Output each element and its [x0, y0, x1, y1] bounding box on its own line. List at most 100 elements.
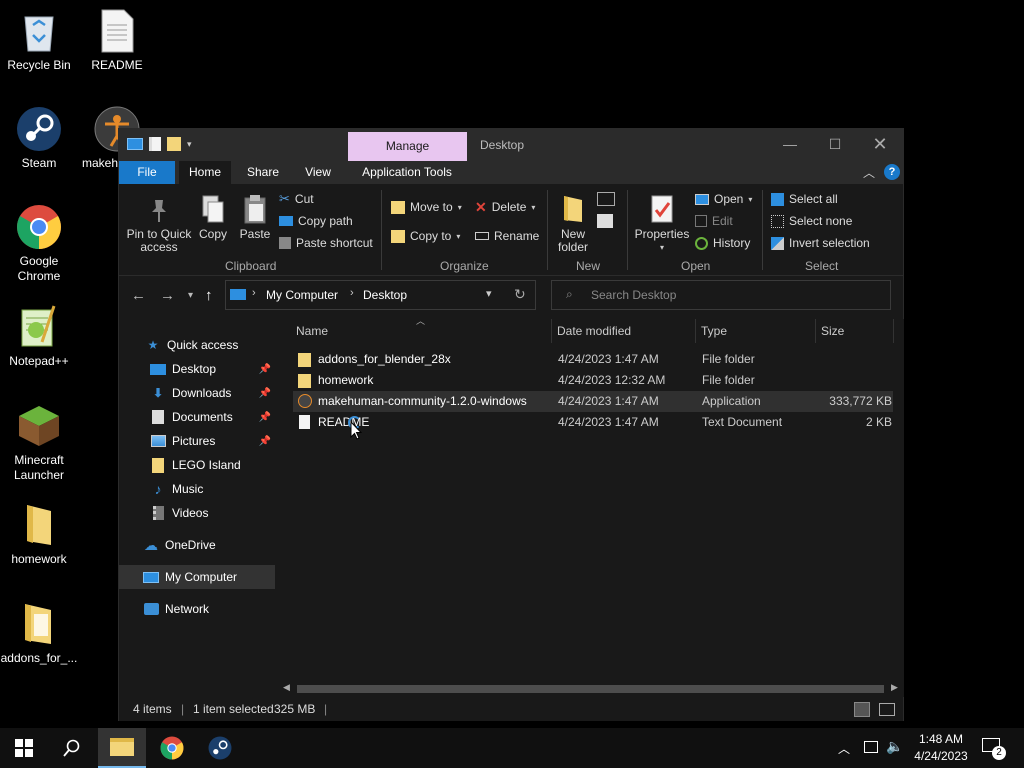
column-header-size[interactable]: Size: [821, 319, 891, 343]
volume-icon[interactable]: 🔈: [886, 738, 903, 755]
cut-button[interactable]: ✂ Cut: [279, 189, 314, 209]
properties-button[interactable]: Properties ▾: [633, 192, 691, 254]
desktop-icon-steam[interactable]: Steam: [0, 106, 78, 171]
nav-item-videos[interactable]: Videos: [119, 501, 275, 525]
scroll-right-icon[interactable]: ▶: [891, 682, 898, 693]
nav-item-lego-island[interactable]: LEGO Island: [119, 453, 275, 477]
copy-button[interactable]: Copy: [197, 192, 229, 241]
column-header-name[interactable]: Name: [296, 319, 546, 343]
nav-my-computer[interactable]: My Computer: [119, 565, 275, 589]
nav-network[interactable]: Network: [119, 597, 275, 621]
search-placeholder: Search Desktop: [591, 288, 677, 302]
edit-button[interactable]: Edit: [695, 211, 733, 231]
nav-item-pictures[interactable]: Pictures 📌: [119, 429, 275, 453]
maximize-button[interactable]: ☐: [812, 129, 858, 161]
column-separator[interactable]: [815, 319, 816, 343]
pin-quick-access-button[interactable]: Pin to Quick access: [124, 192, 194, 254]
history-button[interactable]: History: [695, 233, 750, 253]
clock[interactable]: 1:48 AM 4/24/2023: [906, 731, 976, 765]
table-row[interactable]: makehuman-community-1.2.0-windows 4/24/2…: [293, 391, 893, 412]
back-arrow-icon[interactable]: ←: [131, 287, 146, 304]
table-row[interactable]: addons_for_blender_28x 4/24/2023 1:47 AM…: [293, 349, 893, 370]
tab-manage[interactable]: Manage: [348, 132, 467, 161]
desktop-icon-minecraft[interactable]: Minecraft Launcher: [0, 403, 78, 483]
window-title: Desktop: [480, 138, 525, 152]
show-hidden-icons-icon[interactable]: ︿: [838, 740, 850, 757]
rename-button[interactable]: Rename: [475, 226, 539, 246]
nav-item-downloads[interactable]: ⬇ Downloads 📌: [119, 381, 275, 405]
easy-access-icon[interactable]: [597, 214, 613, 228]
horizontal-scrollbar[interactable]: ◀ ▶: [279, 682, 904, 696]
desktop-icon-homework[interactable]: homework: [0, 502, 78, 567]
taskbar-steam[interactable]: [196, 728, 244, 768]
desktop-icon-recycle-bin[interactable]: Recycle Bin: [0, 8, 78, 73]
qat-dropdown-icon[interactable]: ▾: [187, 139, 192, 150]
collapse-ribbon-icon[interactable]: ︿: [863, 164, 875, 181]
desktop-icon-chrome[interactable]: Google Chrome: [0, 204, 78, 284]
address-field[interactable]: › My Computer › Desktop ▾ ↻: [225, 280, 536, 310]
pin-icon: 📌: [258, 387, 271, 399]
breadcrumb-desktop[interactable]: Desktop: [363, 288, 407, 302]
file-explorer-window: ▾ Manage Desktop — ☐ ✕ File Home Share V…: [118, 128, 904, 721]
table-row[interactable]: homework 4/24/2023 12:32 AM File folder: [293, 370, 893, 391]
select-all-button[interactable]: Select all: [771, 189, 838, 209]
forward-arrow-icon[interactable]: →: [160, 287, 175, 304]
tab-application-tools[interactable]: Application Tools: [352, 161, 462, 184]
action-center-button[interactable]: 2: [982, 738, 1006, 760]
desktop-icon-notepadpp[interactable]: Notepad++: [0, 304, 78, 369]
invert-selection-button[interactable]: Invert selection: [771, 233, 870, 253]
column-separator[interactable]: [893, 319, 894, 343]
tab-share[interactable]: Share: [237, 161, 289, 184]
scroll-thumb[interactable]: [297, 685, 884, 693]
tab-home[interactable]: Home: [179, 161, 231, 184]
move-to-button[interactable]: Move to ▾: [391, 197, 462, 217]
paste-shortcut-button[interactable]: Paste shortcut: [279, 233, 373, 253]
search-button[interactable]: [48, 728, 96, 768]
copy-path-button[interactable]: Copy path: [279, 211, 353, 231]
search-input[interactable]: ⌕ Search Desktop: [551, 280, 891, 310]
taskbar-file-explorer[interactable]: [98, 728, 146, 768]
properties-qat-icon[interactable]: [149, 137, 161, 151]
large-icons-view-icon[interactable]: [879, 703, 895, 716]
ribbon-separator: [762, 190, 763, 270]
makehuman-icon: [298, 394, 312, 408]
file-type: File folder: [702, 352, 755, 366]
nav-item-desktop[interactable]: Desktop 📌: [119, 357, 275, 381]
nav-quick-access[interactable]: ★ Quick access: [119, 333, 275, 357]
copy-to-button[interactable]: Copy to ▾: [391, 226, 460, 246]
details-view-icon[interactable]: [854, 702, 870, 717]
column-separator[interactable]: [551, 319, 552, 343]
new-folder-qat-icon[interactable]: [167, 137, 181, 151]
paste-button[interactable]: Paste: [237, 192, 273, 241]
nav-item-music[interactable]: ♪ Music: [119, 477, 275, 501]
column-header-type[interactable]: Type: [701, 319, 811, 343]
delete-button[interactable]: ✕ Delete ▾: [475, 197, 535, 217]
select-none-button[interactable]: Select none: [771, 211, 852, 231]
breadcrumb-my-computer[interactable]: My Computer: [266, 288, 338, 302]
tab-file[interactable]: File: [119, 161, 175, 184]
tab-view[interactable]: View: [293, 161, 343, 184]
refresh-icon[interactable]: ↻: [514, 286, 526, 303]
address-dropdown-icon[interactable]: ▾: [486, 287, 492, 300]
help-icon[interactable]: ?: [884, 164, 900, 180]
minimize-button[interactable]: —: [767, 129, 813, 161]
network-status-icon[interactable]: [864, 741, 878, 753]
column-separator[interactable]: [695, 319, 696, 343]
new-item-icon[interactable]: [597, 192, 615, 206]
open-button[interactable]: Open ▾: [695, 189, 752, 209]
table-row[interactable]: README 4/24/2023 1:47 AM Text Document 2…: [293, 412, 893, 433]
up-arrow-icon[interactable]: ↑: [205, 287, 213, 304]
start-button[interactable]: [0, 728, 48, 768]
scroll-left-icon[interactable]: ◀: [283, 682, 290, 693]
desktop-icon-readme[interactable]: README: [78, 8, 156, 73]
taskbar-chrome[interactable]: [148, 728, 196, 768]
nav-item-documents[interactable]: Documents 📌: [119, 405, 275, 429]
column-header-date[interactable]: Date modified: [557, 319, 687, 343]
recent-locations-icon[interactable]: ▾: [188, 290, 193, 301]
desktop-icon-addons[interactable]: addons_for_...: [0, 601, 78, 666]
file-name: addons_for_blender_28x: [318, 352, 451, 366]
nav-onedrive[interactable]: ☁ OneDrive: [119, 533, 275, 557]
text-file-icon: [299, 415, 310, 429]
close-button[interactable]: ✕: [857, 129, 903, 161]
new-folder-button[interactable]: New folder: [553, 192, 593, 254]
